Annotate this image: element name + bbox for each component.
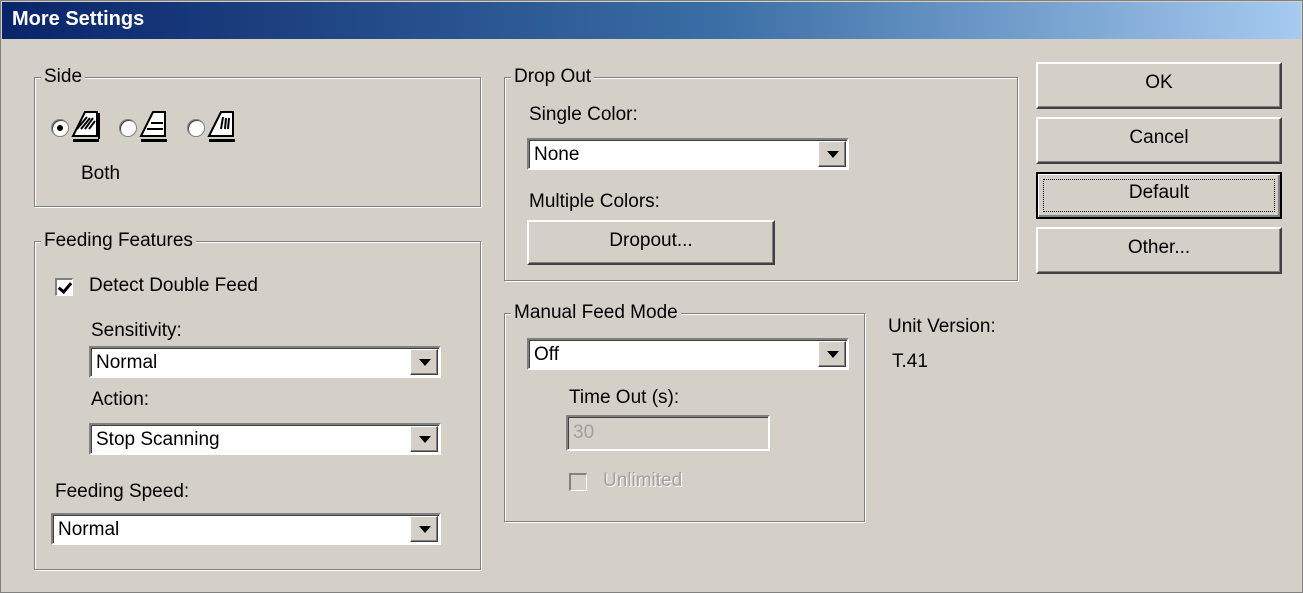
feeding-speed-dropdown[interactable]: Normal [51,513,441,545]
manual-feed-mode-value: Off [534,344,559,365]
manual-feed-mode-dropdown[interactable]: Off [527,338,849,370]
feeding-speed-value: Normal [58,519,120,540]
dropout-button-label: Dropout... [609,230,693,251]
ok-button[interactable]: OK [1036,62,1282,109]
unit-version-value: T.41 [892,351,928,372]
time-out-value: 30 [573,422,595,443]
unlimited-checkbox[interactable] [569,473,587,491]
action-label: Action: [91,389,150,410]
time-out-label: Time Out (s): [569,387,680,408]
back-side-icon [207,111,235,142]
time-out-field[interactable]: 30 [566,415,770,451]
default-button-label: Default [1128,182,1190,203]
side-selected-caption: Both [81,163,121,184]
chevron-down-icon[interactable] [410,349,438,375]
side-group-label: Side [41,65,86,89]
default-button[interactable]: Default [1036,172,1282,219]
side-radio-back[interactable] [187,119,205,137]
drop-out-label: Drop Out [511,65,595,89]
chevron-down-icon[interactable] [818,341,846,367]
unit-version-label: Unit Version: [888,316,996,337]
dropout-button[interactable]: Dropout... [527,220,775,265]
detect-double-feed-checkbox[interactable] [55,278,73,296]
detect-double-feed-label[interactable]: Detect Double Feed [89,275,258,297]
other-button-label: Other... [1127,237,1191,258]
both-sides-icon [71,111,100,142]
more-settings-dialog: More Settings Side Both Feeding Features… [0,0,1303,593]
unlimited-label: Unlimited [603,470,683,491]
window-title: More Settings [12,8,145,30]
action-value: Stop Scanning [96,429,220,450]
cancel-button[interactable]: Cancel [1036,117,1282,164]
action-dropdown[interactable]: Stop Scanning [89,423,441,455]
single-color-value: None [534,144,580,165]
side-radio-front[interactable] [119,119,137,137]
sensitivity-dropdown[interactable]: Normal [89,346,441,378]
single-color-dropdown[interactable]: None [527,138,849,170]
other-button[interactable]: Other... [1036,227,1282,274]
manual-feed-mode-label: Manual Feed Mode [511,301,681,325]
chevron-down-icon[interactable] [410,516,438,542]
chevron-down-icon[interactable] [818,141,846,167]
feeding-features-label: Feeding Features [41,229,196,253]
sensitivity-value: Normal [96,352,158,373]
feeding-speed-label: Feeding Speed: [55,481,190,502]
front-side-icon [139,111,167,142]
multiple-colors-label: Multiple Colors: [529,191,660,212]
title-bar[interactable]: More Settings [2,2,1301,39]
single-color-label: Single Color: [529,104,638,125]
sensitivity-label: Sensitivity: [91,320,182,341]
side-radio-both[interactable] [51,119,69,137]
chevron-down-icon[interactable] [410,426,438,452]
cancel-button-label: Cancel [1129,127,1189,148]
ok-button-label: OK [1145,72,1173,93]
